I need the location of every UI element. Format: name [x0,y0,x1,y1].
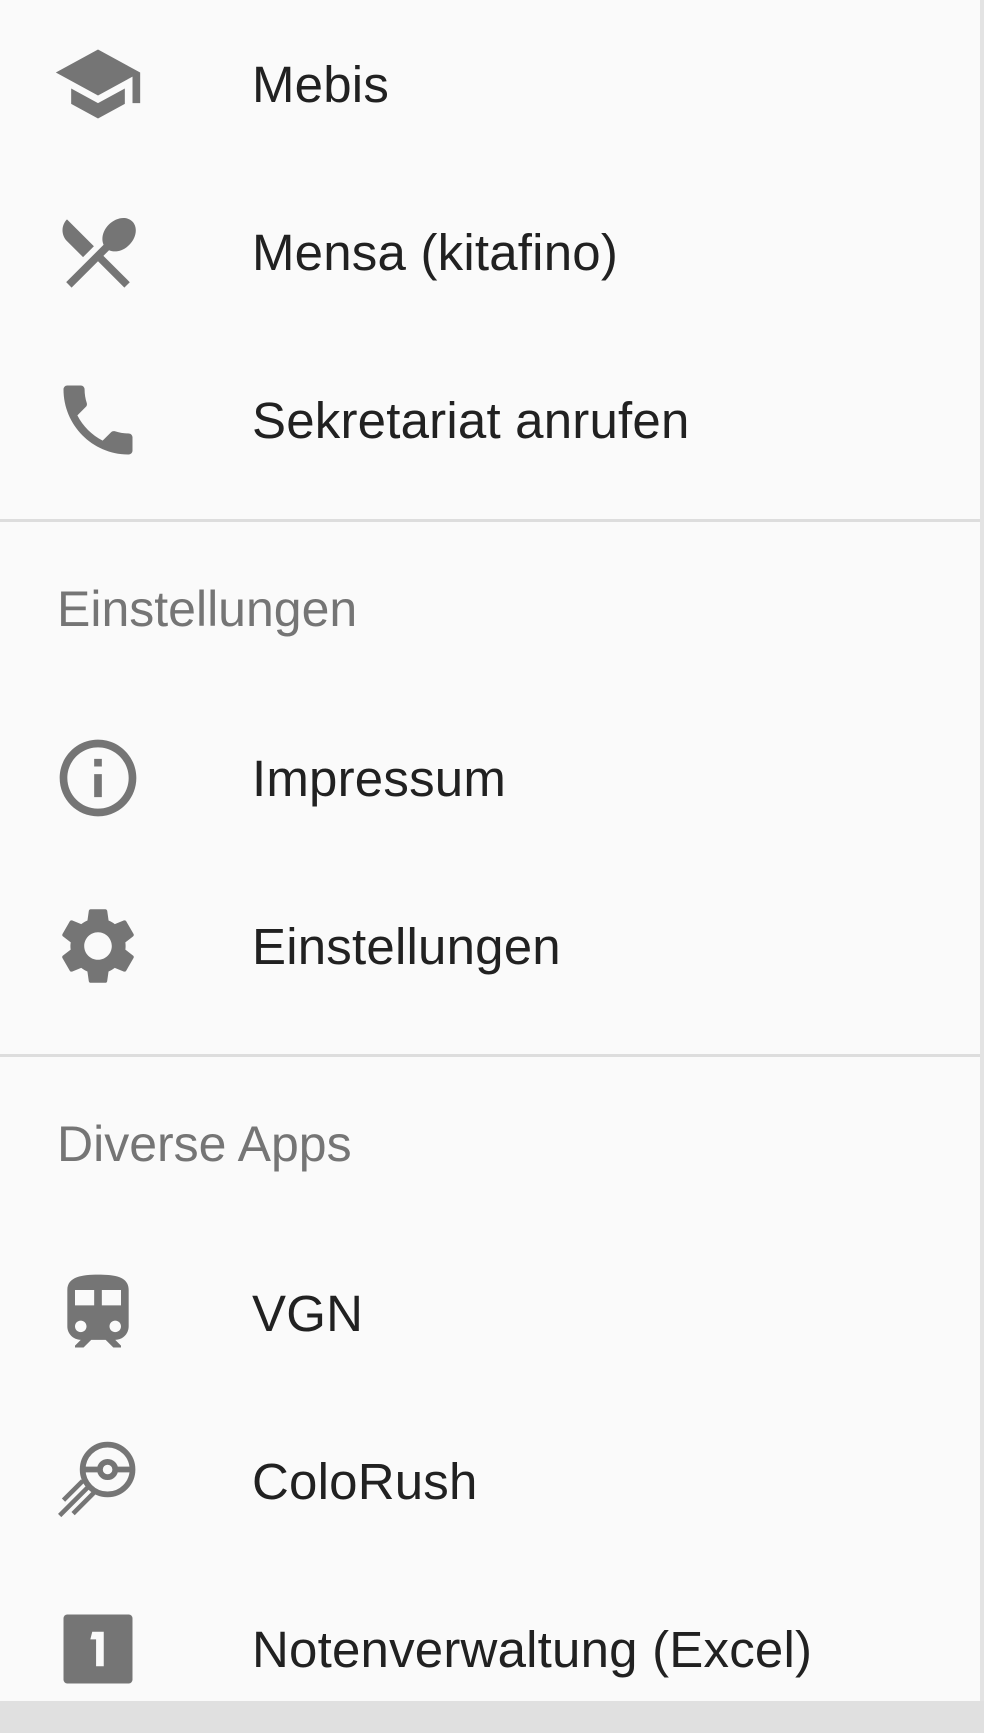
phone-icon [52,374,144,466]
drawer-item-impressum[interactable]: Impressum [0,694,980,862]
drawer-item-vgn[interactable]: VGN [0,1229,980,1397]
navigation-drawer: Mebis Mensa (kitafino) Sekretariat anruf… [0,0,980,1701]
train-icon [52,1267,144,1359]
drawer-item-label: Sekretariat anrufen [252,391,690,449]
drawer-item-label: Mensa (kitafino) [252,223,619,281]
drawer-item-label: Mebis [252,55,390,113]
drawer-item-colorush[interactable]: ColoRush [0,1397,980,1565]
drawer-item-label: VGN [252,1284,364,1342]
drawer-item-notenverwaltung[interactable]: Notenverwaltung (Excel) [0,1565,980,1733]
drawer-item-label: Notenverwaltung (Excel) [252,1620,813,1678]
section-header-settings: Einstellungen [57,581,358,637]
drawer-item-label: Einstellungen [252,917,561,975]
divider [0,1054,980,1057]
restaurant-icon [52,206,144,298]
drawer-edge [980,0,984,1701]
drawer-item-mebis[interactable]: Mebis [0,0,980,168]
info-icon [52,732,144,824]
drawer-item-label: Impressum [252,749,507,807]
drawer-item-sekretariat[interactable]: Sekretariat anrufen [0,336,980,504]
section-header-apps: Diverse Apps [57,1116,352,1172]
colorush-icon [52,1435,144,1527]
graduation-cap-icon [52,38,144,130]
drawer-item-label: ColoRush [252,1452,478,1510]
gear-icon [52,900,144,992]
drawer-item-einstellungen[interactable]: Einstellungen [0,862,980,1030]
excel-one-icon [52,1603,144,1695]
divider [0,519,980,522]
drawer-item-mensa[interactable]: Mensa (kitafino) [0,168,980,336]
